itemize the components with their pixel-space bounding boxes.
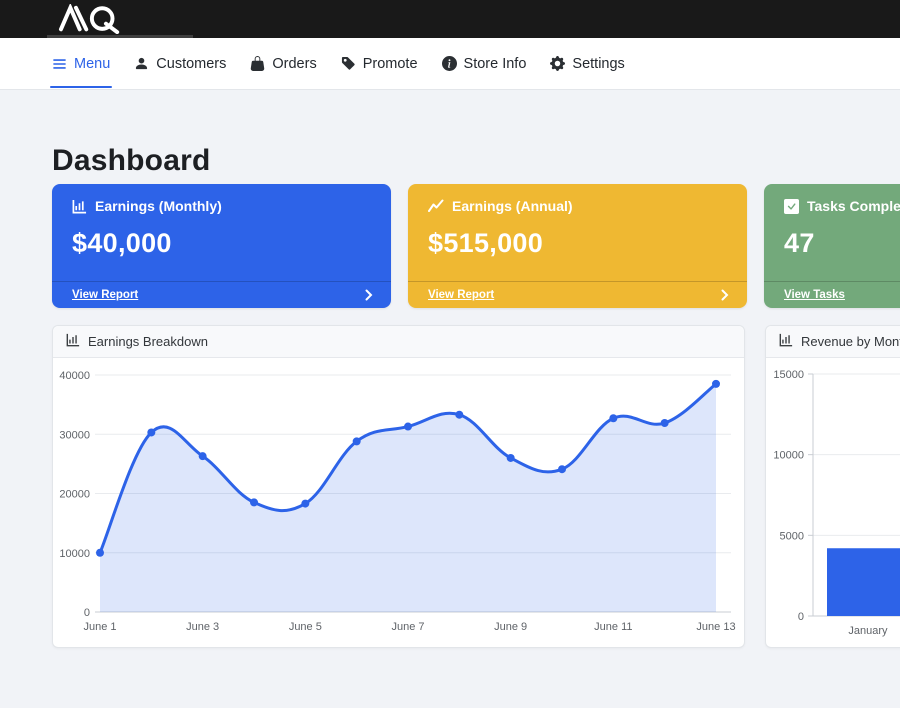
svg-text:20000: 20000 <box>59 489 90 501</box>
card-earnings-annual[interactable]: Earnings (Annual) $515,000 View Report <box>408 184 747 308</box>
nav-item-menu[interactable]: Menu <box>52 38 110 89</box>
chart-title: Revenue by Month <box>801 334 900 349</box>
revenue-bar-chart[interactable]: 0 5000 10000 15000 January <box>766 358 900 646</box>
chevron-right-icon <box>365 289 373 301</box>
line-chart-icon <box>428 199 444 213</box>
svg-text:June 1: June 1 <box>83 621 116 633</box>
nav-item-orders[interactable]: Orders <box>250 38 316 89</box>
page-title: Dashboard <box>52 144 211 178</box>
check-square-icon <box>784 199 799 214</box>
nav-item-customers[interactable]: Customers <box>134 38 226 89</box>
card-title: Earnings (Monthly) <box>95 198 222 214</box>
card-earnings-monthly[interactable]: Earnings (Monthly) $40,000 View Report <box>52 184 391 308</box>
gear-icon <box>550 56 565 71</box>
chevron-right-icon <box>721 289 729 301</box>
svg-text:0: 0 <box>84 607 90 619</box>
nav-item-label: Orders <box>272 56 316 72</box>
brand-logo[interactable] <box>40 4 140 34</box>
svg-text:June 9: June 9 <box>494 621 527 633</box>
svg-text:10000: 10000 <box>773 450 804 462</box>
nav-item-store-info[interactable]: Store Info <box>442 38 527 89</box>
svg-text:40000: 40000 <box>59 370 90 382</box>
revenue-by-month-card: Revenue by Month 0 5000 10000 15000 January <box>765 325 900 648</box>
bag-icon <box>250 56 265 71</box>
card-title: Tasks Completed <box>807 198 900 214</box>
card-title: Earnings (Annual) <box>452 198 573 214</box>
summary-cards-row: Earnings (Monthly) $40,000 View Report <box>52 184 900 308</box>
earnings-line-chart[interactable]: 0 10000 20000 30000 40000 June 1 June 3 June 5 J… <box>53 358 744 646</box>
card-value: 47 <box>784 228 900 259</box>
chart-card-header: Revenue by Month <box>766 326 900 358</box>
svg-text:10000: 10000 <box>59 548 90 560</box>
svg-text:June 7: June 7 <box>391 621 424 633</box>
svg-text:5000: 5000 <box>780 530 804 542</box>
card-value: $515,000 <box>428 228 727 259</box>
svg-text:June 3: June 3 <box>186 621 219 633</box>
card-value: $40,000 <box>72 228 371 259</box>
svg-text:January: January <box>848 625 888 637</box>
hamburger-icon <box>52 57 67 71</box>
card-footer[interactable]: View Tasks <box>764 281 900 308</box>
view-report-link[interactable]: View Report <box>72 289 138 301</box>
top-black-bar <box>0 0 900 38</box>
nav-item-settings[interactable]: Settings <box>550 38 624 89</box>
chart-title: Earnings Breakdown <box>88 334 208 349</box>
svg-text:June 5: June 5 <box>289 621 322 633</box>
nav-item-promote[interactable]: Promote <box>341 38 418 89</box>
view-report-link[interactable]: View Report <box>428 289 494 301</box>
nav-item-label: Promote <box>363 56 418 72</box>
card-tasks-completed[interactable]: Tasks Completed 47 View Tasks <box>764 184 900 308</box>
earnings-breakdown-card: Earnings Breakdown 0 10000 20000 30000 40000… <box>52 325 745 648</box>
svg-text:0: 0 <box>798 611 804 623</box>
main-nav: Menu Customers Orders Promote Store Info <box>0 38 900 90</box>
svg-text:30000: 30000 <box>59 429 90 441</box>
bar-chart-icon <box>72 199 87 214</box>
view-tasks-link[interactable]: View Tasks <box>784 289 845 301</box>
person-icon <box>134 56 149 71</box>
card-footer[interactable]: View Report <box>408 281 747 308</box>
nav-item-label: Customers <box>156 56 226 72</box>
info-circle-icon <box>442 56 457 71</box>
svg-text:June 11: June 11 <box>594 621 632 633</box>
chart-card-header: Earnings Breakdown <box>53 326 744 358</box>
card-footer[interactable]: View Report <box>52 281 391 308</box>
tag-icon <box>341 56 356 71</box>
nav-item-label: Menu <box>74 56 110 72</box>
bar-chart-icon <box>779 333 793 350</box>
bar-chart-icon <box>66 333 80 350</box>
svg-text:June 13: June 13 <box>696 621 735 633</box>
svg-text:15000: 15000 <box>773 369 804 381</box>
nav-item-label: Settings <box>572 56 624 72</box>
nav-item-label: Store Info <box>464 56 527 72</box>
